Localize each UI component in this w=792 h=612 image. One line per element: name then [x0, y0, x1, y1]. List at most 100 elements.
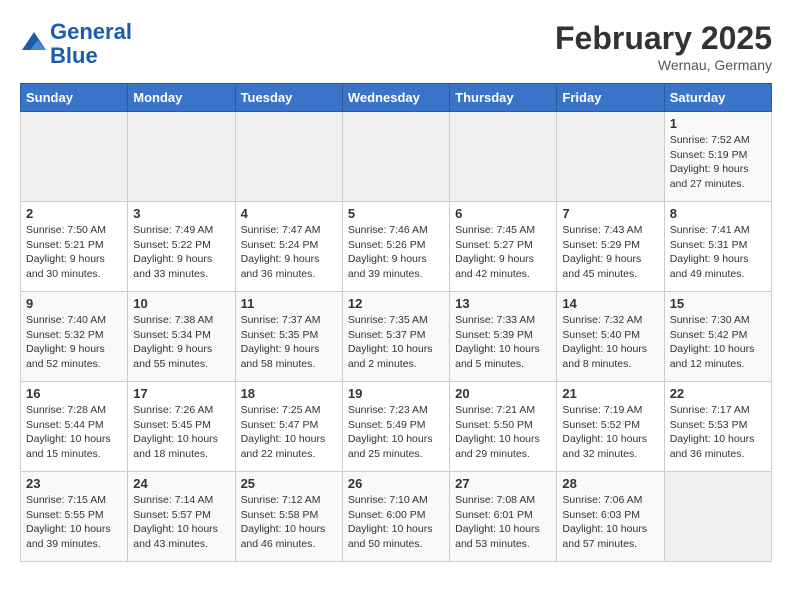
day-number: 20: [455, 386, 551, 401]
logo-line2: Blue: [50, 43, 98, 68]
calendar-cell: 16Sunrise: 7:28 AM Sunset: 5:44 PM Dayli…: [21, 382, 128, 472]
day-info: Sunrise: 7:12 AM Sunset: 5:58 PM Dayligh…: [241, 493, 337, 552]
calendar-cell: 17Sunrise: 7:26 AM Sunset: 5:45 PM Dayli…: [128, 382, 235, 472]
day-info: Sunrise: 7:21 AM Sunset: 5:50 PM Dayligh…: [455, 403, 551, 462]
day-number: 11: [241, 296, 337, 311]
day-number: 9: [26, 296, 122, 311]
calendar-cell: 3 Sunrise: 7:49 AM Sunset: 5:22 PM Daylig…: [128, 202, 235, 292]
calendar-cell: 8 Sunrise: 7:41 AM Sunset: 5:31 PM Daylig…: [664, 202, 771, 292]
calendar-cell: 14 Sunrise: 7:32 AM Sunset: 5:40 PM Dayli…: [557, 292, 664, 382]
calendar-cell: 19 Sunrise: 7:23 AM Sunset: 5:49 PM Dayli…: [342, 382, 449, 472]
calendar-cell: 25Sunrise: 7:12 AM Sunset: 5:58 PM Dayli…: [235, 472, 342, 562]
day-number: 15: [670, 296, 766, 311]
calendar-cell: 26 Sunrise: 7:10 AM Sunset: 6:00 PM Dayli…: [342, 472, 449, 562]
day-number: 5: [348, 206, 444, 221]
calendar-week-4: 16Sunrise: 7:28 AM Sunset: 5:44 PM Dayli…: [21, 382, 772, 472]
day-number: 6: [455, 206, 551, 221]
day-info: Sunrise: 7:25 AM Sunset: 5:47 PM Dayligh…: [241, 403, 337, 462]
day-info: Sunrise: 7:43 AM Sunset: 5:29 PM Dayligh…: [562, 223, 658, 282]
calendar-week-2: 2 Sunrise: 7:50 AM Sunset: 5:21 PM Daylig…: [21, 202, 772, 292]
calendar-table: SundayMondayTuesdayWednesdayThursdayFrid…: [20, 83, 772, 562]
day-info: Sunrise: 7:17 AM Sunset: 5:53 PM Dayligh…: [670, 403, 766, 462]
day-info: Sunrise: 7:40 AM Sunset: 5:32 PM Dayligh…: [26, 313, 122, 372]
day-number: 16: [26, 386, 122, 401]
day-number: 28: [562, 476, 658, 491]
day-info: Sunrise: 7:10 AM Sunset: 6:00 PM Dayligh…: [348, 493, 444, 552]
day-info: Sunrise: 7:14 AM Sunset: 5:57 PM Dayligh…: [133, 493, 229, 552]
title-block: February 2025 Wernau, Germany: [555, 20, 772, 73]
weekday-header-thursday: Thursday: [450, 84, 557, 112]
day-number: 24: [133, 476, 229, 491]
day-info: Sunrise: 7:32 AM Sunset: 5:40 PM Dayligh…: [562, 313, 658, 372]
calendar-cell: 1Sunrise: 7:52 AM Sunset: 5:19 PM Daylig…: [664, 112, 771, 202]
weekday-header-tuesday: Tuesday: [235, 84, 342, 112]
day-number: 19: [348, 386, 444, 401]
calendar-cell: 4 Sunrise: 7:47 AM Sunset: 5:24 PM Daylig…: [235, 202, 342, 292]
logo: General Blue: [20, 20, 132, 68]
calendar-week-1: 1Sunrise: 7:52 AM Sunset: 5:19 PM Daylig…: [21, 112, 772, 202]
calendar-cell: 18 Sunrise: 7:25 AM Sunset: 5:47 PM Dayli…: [235, 382, 342, 472]
day-number: 2: [26, 206, 122, 221]
day-number: 22: [670, 386, 766, 401]
day-number: 17: [133, 386, 229, 401]
calendar-cell: 5 Sunrise: 7:46 AM Sunset: 5:26 PM Daylig…: [342, 202, 449, 292]
weekday-header-friday: Friday: [557, 84, 664, 112]
day-info: Sunrise: 7:08 AM Sunset: 6:01 PM Dayligh…: [455, 493, 551, 552]
day-info: Sunrise: 7:35 AM Sunset: 5:37 PM Dayligh…: [348, 313, 444, 372]
day-number: 4: [241, 206, 337, 221]
calendar-cell: [21, 112, 128, 202]
calendar-cell: 12 Sunrise: 7:35 AM Sunset: 5:37 PM Dayli…: [342, 292, 449, 382]
day-number: 8: [670, 206, 766, 221]
day-info: Sunrise: 7:49 AM Sunset: 5:22 PM Dayligh…: [133, 223, 229, 282]
day-number: 21: [562, 386, 658, 401]
day-info: Sunrise: 7:46 AM Sunset: 5:26 PM Dayligh…: [348, 223, 444, 282]
day-info: Sunrise: 7:06 AM Sunset: 6:03 PM Dayligh…: [562, 493, 658, 552]
logo-text: General Blue: [50, 20, 132, 68]
day-info: Sunrise: 7:38 AM Sunset: 5:34 PM Dayligh…: [133, 313, 229, 372]
day-info: Sunrise: 7:19 AM Sunset: 5:52 PM Dayligh…: [562, 403, 658, 462]
weekday-header-monday: Monday: [128, 84, 235, 112]
weekday-header-sunday: Sunday: [21, 84, 128, 112]
day-info: Sunrise: 7:30 AM Sunset: 5:42 PM Dayligh…: [670, 313, 766, 372]
day-number: 26: [348, 476, 444, 491]
day-number: 1: [670, 116, 766, 131]
calendar-cell: 10 Sunrise: 7:38 AM Sunset: 5:34 PM Dayli…: [128, 292, 235, 382]
calendar-cell: 27 Sunrise: 7:08 AM Sunset: 6:01 PM Dayli…: [450, 472, 557, 562]
day-number: 18: [241, 386, 337, 401]
page-header: General Blue February 2025 Wernau, Germa…: [20, 20, 772, 73]
calendar-cell: 21 Sunrise: 7:19 AM Sunset: 5:52 PM Dayli…: [557, 382, 664, 472]
day-info: Sunrise: 7:37 AM Sunset: 5:35 PM Dayligh…: [241, 313, 337, 372]
day-info: Sunrise: 7:45 AM Sunset: 5:27 PM Dayligh…: [455, 223, 551, 282]
calendar-cell: [128, 112, 235, 202]
day-info: Sunrise: 7:47 AM Sunset: 5:24 PM Dayligh…: [241, 223, 337, 282]
day-number: 14: [562, 296, 658, 311]
calendar-cell: 22 Sunrise: 7:17 AM Sunset: 5:53 PM Dayli…: [664, 382, 771, 472]
day-info: Sunrise: 7:15 AM Sunset: 5:55 PM Dayligh…: [26, 493, 122, 552]
day-info: Sunrise: 7:23 AM Sunset: 5:49 PM Dayligh…: [348, 403, 444, 462]
calendar-cell: 24 Sunrise: 7:14 AM Sunset: 5:57 PM Dayli…: [128, 472, 235, 562]
calendar-cell: [664, 472, 771, 562]
calendar-cell: 15 Sunrise: 7:30 AM Sunset: 5:42 PM Dayli…: [664, 292, 771, 382]
calendar-cell: [342, 112, 449, 202]
day-number: 13: [455, 296, 551, 311]
day-info: Sunrise: 7:50 AM Sunset: 5:21 PM Dayligh…: [26, 223, 122, 282]
day-number: 23: [26, 476, 122, 491]
calendar-cell: 20 Sunrise: 7:21 AM Sunset: 5:50 PM Dayli…: [450, 382, 557, 472]
calendar-week-3: 9 Sunrise: 7:40 AM Sunset: 5:32 PM Daylig…: [21, 292, 772, 382]
calendar-cell: 9 Sunrise: 7:40 AM Sunset: 5:32 PM Daylig…: [21, 292, 128, 382]
day-number: 27: [455, 476, 551, 491]
calendar-week-5: 23 Sunrise: 7:15 AM Sunset: 5:55 PM Dayli…: [21, 472, 772, 562]
day-number: 3: [133, 206, 229, 221]
calendar-cell: 6 Sunrise: 7:45 AM Sunset: 5:27 PM Daylig…: [450, 202, 557, 292]
day-info: Sunrise: 7:41 AM Sunset: 5:31 PM Dayligh…: [670, 223, 766, 282]
logo-icon: [20, 30, 48, 58]
calendar-cell: 23 Sunrise: 7:15 AM Sunset: 5:55 PM Dayli…: [21, 472, 128, 562]
logo-line1: General: [50, 19, 132, 44]
calendar-cell: [557, 112, 664, 202]
day-number: 10: [133, 296, 229, 311]
calendar-cell: [450, 112, 557, 202]
calendar-cell: 2 Sunrise: 7:50 AM Sunset: 5:21 PM Daylig…: [21, 202, 128, 292]
calendar-cell: 7Sunrise: 7:43 AM Sunset: 5:29 PM Daylig…: [557, 202, 664, 292]
calendar-cell: 11 Sunrise: 7:37 AM Sunset: 5:35 PM Dayli…: [235, 292, 342, 382]
day-number: 12: [348, 296, 444, 311]
